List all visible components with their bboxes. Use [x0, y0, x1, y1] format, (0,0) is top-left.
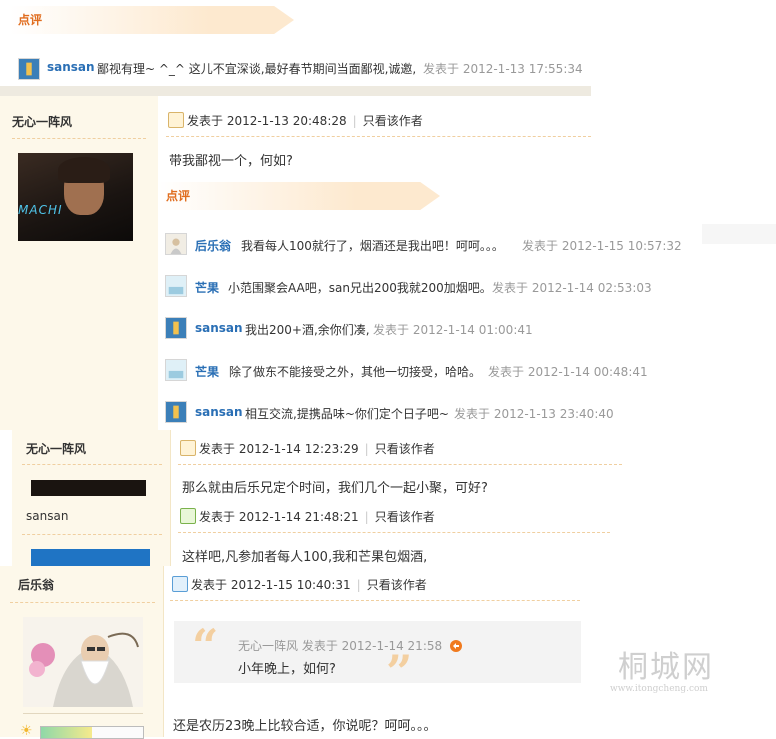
avatar-hair — [58, 157, 110, 183]
post-icon — [180, 508, 196, 524]
sidebar-divider — [23, 713, 143, 714]
author-name[interactable]: 无心一阵风 — [26, 440, 86, 457]
quote-open-icon: “ — [192, 619, 219, 673]
post-meta-bar: 发表于 2012-1-14 21:48:21 | 只看该作者 — [178, 500, 610, 533]
author-avatar[interactable] — [31, 480, 146, 496]
author-name[interactable]: sansan — [26, 509, 68, 523]
comment-username[interactable]: 芒果 — [195, 279, 219, 296]
comment-section-tag: 点评 — [158, 182, 440, 210]
comment-username[interactable]: sansan — [195, 321, 243, 335]
only-author-link[interactable]: 只看该作者 — [375, 510, 435, 524]
comment-time: 发表于 2012-1-14 01:00:41 — [373, 323, 533, 337]
author-name[interactable]: 无心一阵风 — [12, 113, 72, 130]
post-content: 还是农历23晚上比较合适，你说呢？呵呵。。。 — [173, 719, 437, 734]
site-watermark-url: www.itongcheng.com — [610, 684, 708, 694]
post-meta-bar: 发表于 2012-1-15 10:40:31 | 只看该作者 — [170, 568, 580, 601]
user-avatar-icon[interactable] — [165, 233, 187, 255]
comment-username[interactable]: sansan — [195, 405, 243, 419]
user-avatar-icon[interactable] — [165, 317, 187, 339]
post-icon — [168, 112, 184, 128]
author-name[interactable]: 后乐翁 — [18, 576, 54, 593]
post-meta-bar: 发表于 2012-1-13 20:48:28 | 只看该作者 — [166, 104, 591, 137]
comment-item: sansan 鄙视有理~ ^_^ 这儿不宜深谈,最好春节期间当面鄙视,诚邀, 发… — [18, 56, 593, 80]
comment-text: 小范围聚会AA吧，san兄出200我就200加烟吧。 — [228, 281, 492, 295]
post-meta-bar: 发表于 2012-1-14 12:23:29 | 只看该作者 — [178, 432, 622, 465]
comment-time: 发表于 2012-1-14 02:53:03 — [492, 281, 652, 295]
jump-to-post-icon[interactable] — [449, 640, 462, 652]
site-watermark-logo: 桐城网 — [618, 650, 714, 685]
post-icon — [172, 576, 188, 592]
comment-section-tag: 点评 — [10, 6, 294, 34]
author-avatar[interactable]: MACHI — [18, 153, 133, 241]
post-content: 这样吧,凡参加者每人100,我和芒果包烟酒, — [182, 550, 428, 565]
sidebar-divider — [10, 602, 155, 603]
comment-text: 鄙视有理~ ^_^ 这儿不宜深谈,最好春节期间当面鄙视,诚邀, — [97, 62, 417, 76]
post-icon — [180, 440, 196, 456]
comment-text: 我看每人100就行了，烟酒还是我出吧！呵呵。。。 — [241, 239, 504, 253]
level-bar — [40, 726, 144, 739]
comment-text: 除了做东不能接受之外，其他一切接受，哈哈。 — [229, 365, 482, 379]
post-time: 发表于 2012-1-15 10:40:31 — [191, 578, 351, 592]
author-sidebar: 后乐翁 ☀ — [0, 566, 164, 739]
author-sidebar: sansan — [12, 496, 171, 566]
sidebar-divider — [22, 534, 162, 535]
user-avatar-icon[interactable] — [165, 401, 187, 423]
post-time: 发表于 2012-1-14 12:23:29 — [199, 442, 359, 456]
comment-item: 芒果 除了做东不能接受之外，其他一切接受，哈哈。 发表于 2012-1-14 0… — [165, 359, 725, 383]
comment-time: 发表于 2012-1-14 00:48:41 — [488, 365, 648, 379]
comment-item: 芒果 小范围聚会AA吧，san兄出200我就200加烟吧。 发表于 2012-1… — [165, 275, 725, 299]
only-author-link[interactable]: 只看该作者 — [367, 578, 427, 592]
only-author-link[interactable]: 只看该作者 — [375, 442, 435, 456]
sidebar-divider — [22, 464, 162, 465]
post-content: 那么就由后乐兄定个时间，我们几个一起小聚，可好? — [182, 481, 488, 496]
user-avatar-icon[interactable] — [165, 359, 187, 381]
comment-item: 后乐翁 我看每人100就行了，烟酒还是我出吧！呵呵。。。 发表于 2012-1-… — [165, 233, 725, 257]
post-time: 发表于 2012-1-14 21:48:21 — [199, 510, 359, 524]
comment-time: 发表于 2012-1-13 23:40:40 — [454, 407, 614, 421]
comment-username[interactable]: 后乐翁 — [195, 237, 231, 254]
avatar-caption: MACHI — [18, 203, 63, 217]
quote-close-icon: ” — [386, 645, 413, 699]
comment-username[interactable]: 芒果 — [195, 363, 219, 380]
comment-text: 我出200+酒,余你们凑, — [245, 323, 370, 337]
author-sidebar: 无心一阵风 — [12, 430, 171, 496]
user-avatar-icon[interactable] — [18, 58, 40, 80]
post-time: 发表于 2012-1-13 20:48:28 — [187, 114, 347, 128]
comment-item: sansan 我出200+酒,余你们凑, 发表于 2012-1-14 01:00… — [165, 317, 725, 341]
author-avatar[interactable] — [23, 617, 143, 707]
comment-time: 发表于 2012-1-13 17:55:34 — [423, 62, 583, 76]
quote-text: 小年晚上，如何? — [238, 662, 336, 677]
comment-item: sansan 相互交流,提携品味~你们定个日子吧~ 发表于 2012-1-13 … — [165, 401, 725, 425]
post-divider — [0, 86, 591, 96]
author-sidebar: 无心一阵风 MACHI — [0, 96, 159, 430]
post-content: 带我鄙视一个，何如? — [169, 154, 293, 169]
quote-block: “ 无心一阵风 发表于 2012-1-14 21:58 小年晚上，如何? ” — [174, 619, 581, 695]
user-avatar-icon[interactable] — [165, 275, 187, 297]
author-avatar[interactable] — [31, 549, 150, 566]
sidebar-divider — [12, 138, 146, 140]
comment-text: 相互交流,提携品味~你们定个日子吧~ — [245, 407, 449, 421]
comment-username[interactable]: sansan — [47, 60, 95, 74]
only-author-link[interactable]: 只看该作者 — [363, 114, 423, 128]
comment-time: 发表于 2012-1-15 10:57:32 — [522, 239, 682, 253]
